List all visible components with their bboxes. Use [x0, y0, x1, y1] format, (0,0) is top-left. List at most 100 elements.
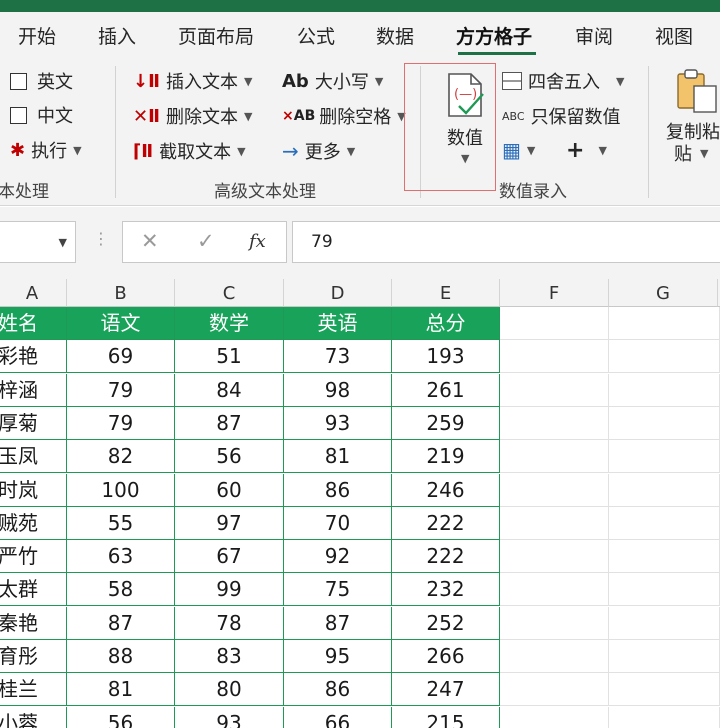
name-cell[interactable]: 小蓉 [0, 706, 67, 728]
cut-text-button[interactable]: ⌈Ⅱ 截取文本 ▼ [133, 138, 246, 164]
empty-cell[interactable] [500, 373, 609, 407]
score-cell[interactable]: 98 [284, 373, 392, 407]
empty-cell[interactable] [609, 440, 720, 474]
insert-function-icon[interactable]: fx [249, 231, 266, 252]
score-cell[interactable]: 67 [175, 540, 284, 574]
score-cell[interactable]: 81 [67, 673, 175, 707]
score-cell[interactable]: 51 [175, 340, 284, 374]
empty-cell[interactable] [500, 506, 609, 540]
tab-review[interactable]: 审阅 [575, 22, 613, 49]
score-cell[interactable]: 92 [284, 540, 392, 574]
column-header-f[interactable]: F [500, 279, 609, 307]
empty-cell[interactable] [500, 606, 609, 640]
empty-cell[interactable] [609, 573, 720, 607]
empty-cell[interactable] [500, 573, 609, 607]
table-header-cell[interactable]: 数学 [175, 307, 284, 340]
empty-cell[interactable] [609, 640, 720, 673]
tab-insert[interactable]: 插入 [98, 22, 136, 49]
name-cell[interactable]: 秦艳 [0, 606, 67, 640]
score-cell[interactable]: 58 [67, 573, 175, 607]
name-cell[interactable]: 厚菊 [0, 406, 67, 440]
name-cell[interactable]: 梓涵 [0, 373, 67, 407]
score-cell[interactable]: 100 [67, 473, 175, 507]
score-cell[interactable]: 73 [284, 340, 392, 374]
case-button[interactable]: Ab 大小写 ▼ [282, 68, 383, 94]
score-cell[interactable]: 80 [175, 673, 284, 707]
empty-cell[interactable] [500, 340, 609, 374]
name-cell[interactable]: 彩艳 [0, 340, 67, 374]
keep-values-button[interactable]: ABC 只保留数值 [502, 103, 621, 129]
score-cell[interactable]: 193 [392, 340, 500, 374]
empty-cell[interactable] [609, 673, 720, 707]
score-cell[interactable]: 222 [392, 540, 500, 574]
add-button[interactable]: + ▼ [566, 138, 607, 163]
name-cell[interactable]: 严竹 [0, 540, 67, 574]
column-header-d[interactable]: D [284, 279, 392, 307]
insert-text-button[interactable]: ↓Ⅱ 插入文本 ▼ [133, 68, 252, 94]
execute-button[interactable]: ✱ 执行 ▼ [10, 137, 82, 163]
column-header-a[interactable]: A [0, 279, 67, 307]
name-cell[interactable]: 育彤 [0, 640, 67, 673]
score-cell[interactable]: 82 [67, 440, 175, 474]
tab-fangfang-gezi[interactable]: 方方格子 [456, 22, 532, 49]
table-header-cell[interactable]: 英语 [284, 307, 392, 340]
round-button[interactable]: 四舍五入 ▼ [502, 68, 624, 94]
score-cell[interactable]: 87 [67, 606, 175, 640]
empty-cell[interactable] [500, 307, 609, 340]
score-cell[interactable]: 222 [392, 506, 500, 540]
delete-spaces-button[interactable]: ×AB 删除空格 ▼ [282, 103, 406, 129]
tab-view[interactable]: 视图 [655, 22, 693, 49]
score-cell[interactable]: 63 [67, 540, 175, 574]
score-cell[interactable]: 66 [284, 706, 392, 728]
score-cell[interactable]: 79 [67, 373, 175, 407]
empty-cell[interactable] [609, 706, 720, 728]
chinese-checkbox[interactable]: 中文 [10, 102, 73, 128]
edit-grid-button[interactable]: ▦ ▼ [502, 138, 535, 162]
score-cell[interactable]: 261 [392, 373, 500, 407]
table-header-cell[interactable]: 姓名 [0, 307, 67, 340]
empty-cell[interactable] [500, 440, 609, 474]
score-cell[interactable]: 219 [392, 440, 500, 474]
column-header-c[interactable]: C [175, 279, 284, 307]
score-cell[interactable]: 259 [392, 406, 500, 440]
cancel-icon[interactable]: ✕ [141, 229, 159, 253]
column-header-b[interactable]: B [67, 279, 175, 307]
score-cell[interactable]: 87 [284, 606, 392, 640]
empty-cell[interactable] [500, 706, 609, 728]
more-button[interactable]: → 更多 ▼ [282, 138, 355, 164]
empty-cell[interactable] [609, 373, 720, 407]
table-header-cell[interactable]: 总分 [392, 307, 500, 340]
empty-cell[interactable] [609, 606, 720, 640]
empty-cell[interactable] [609, 406, 720, 440]
score-cell[interactable]: 86 [284, 473, 392, 507]
name-cell[interactable]: 玉凤 [0, 440, 67, 474]
column-header-e[interactable]: E [392, 279, 500, 307]
score-cell[interactable]: 86 [284, 673, 392, 707]
formula-input[interactable]: 79 [292, 221, 720, 263]
score-cell[interactable]: 55 [67, 506, 175, 540]
table-header-cell[interactable]: 语文 [67, 307, 175, 340]
confirm-icon[interactable]: ✓ [197, 229, 215, 253]
score-cell[interactable]: 83 [175, 640, 284, 673]
score-cell[interactable]: 87 [175, 406, 284, 440]
delete-text-button[interactable]: ✕Ⅱ 删除文本 ▼ [133, 103, 252, 129]
empty-cell[interactable] [500, 406, 609, 440]
empty-cell[interactable] [500, 473, 609, 507]
name-box[interactable]: ▼ [0, 221, 76, 263]
score-cell[interactable]: 78 [175, 606, 284, 640]
tab-home[interactable]: 开始 [18, 22, 56, 49]
score-cell[interactable]: 69 [67, 340, 175, 374]
value-button[interactable]: (—) 数值 ▼ [404, 63, 496, 191]
empty-cell[interactable] [609, 473, 720, 507]
score-cell[interactable]: 266 [392, 640, 500, 673]
score-cell[interactable]: 232 [392, 573, 500, 607]
more-options-icon[interactable]: ⋮ [93, 229, 109, 248]
name-cell[interactable]: 贼苑 [0, 506, 67, 540]
column-header-g[interactable]: G [609, 279, 718, 307]
score-cell[interactable]: 93 [284, 406, 392, 440]
score-cell[interactable]: 81 [284, 440, 392, 474]
score-cell[interactable]: 247 [392, 673, 500, 707]
empty-cell[interactable] [500, 673, 609, 707]
empty-cell[interactable] [500, 640, 609, 673]
tab-formulas[interactable]: 公式 [297, 22, 335, 49]
